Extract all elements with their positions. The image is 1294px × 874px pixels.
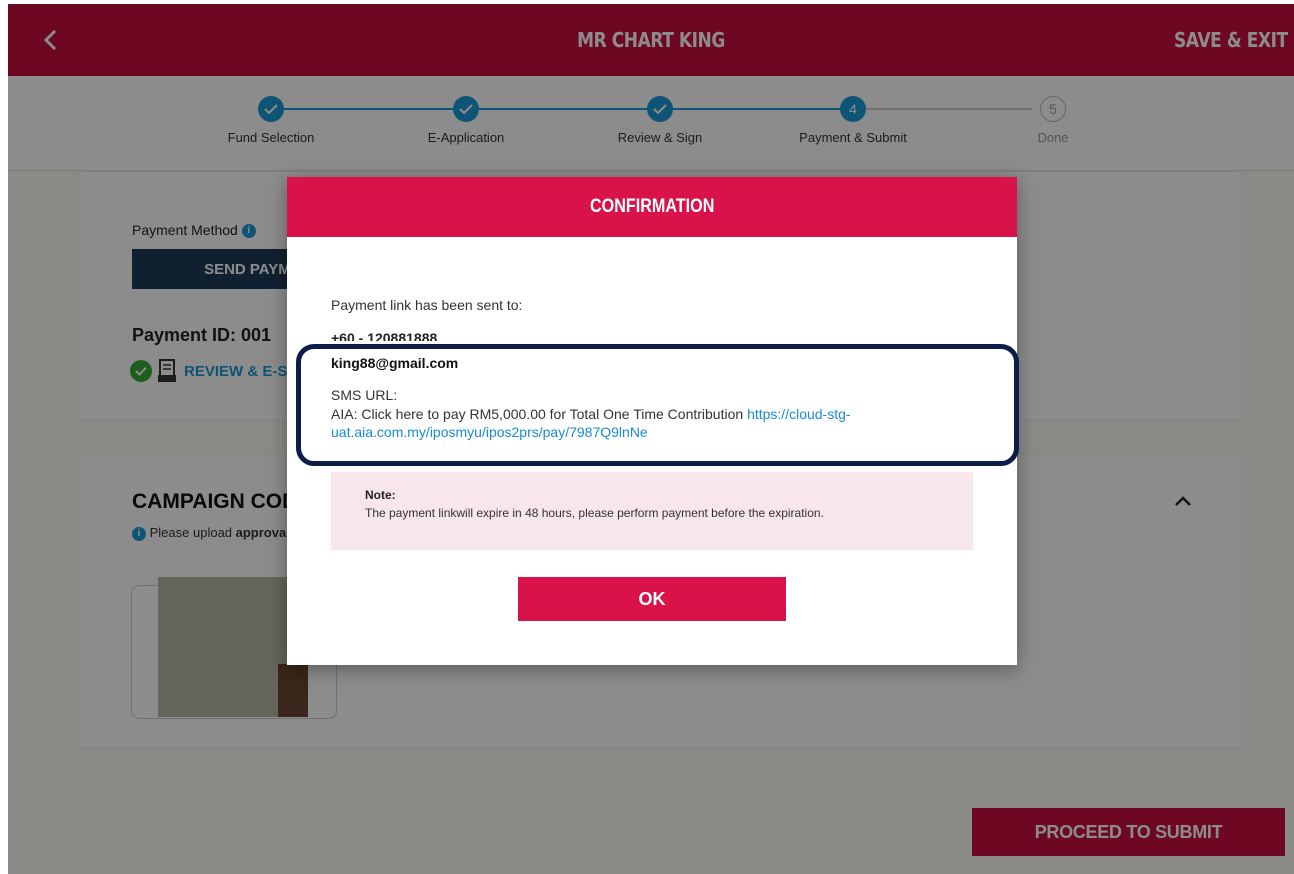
dialog-title: CONFIRMATION (589, 196, 715, 217)
note-title: Note: (365, 488, 396, 502)
ok-button[interactable]: OK (518, 577, 786, 621)
note-box: Note: The payment linkwill expire in 48 … (331, 472, 973, 550)
dialog-header: CONFIRMATION (287, 177, 1017, 237)
phone-number: +60 - 120881888 (331, 330, 438, 341)
note-text: The payment linkwill expire in 48 hours,… (365, 506, 824, 520)
highlight-annotation (296, 344, 1019, 466)
sent-to-text: Payment link has been sent to: (331, 297, 523, 313)
